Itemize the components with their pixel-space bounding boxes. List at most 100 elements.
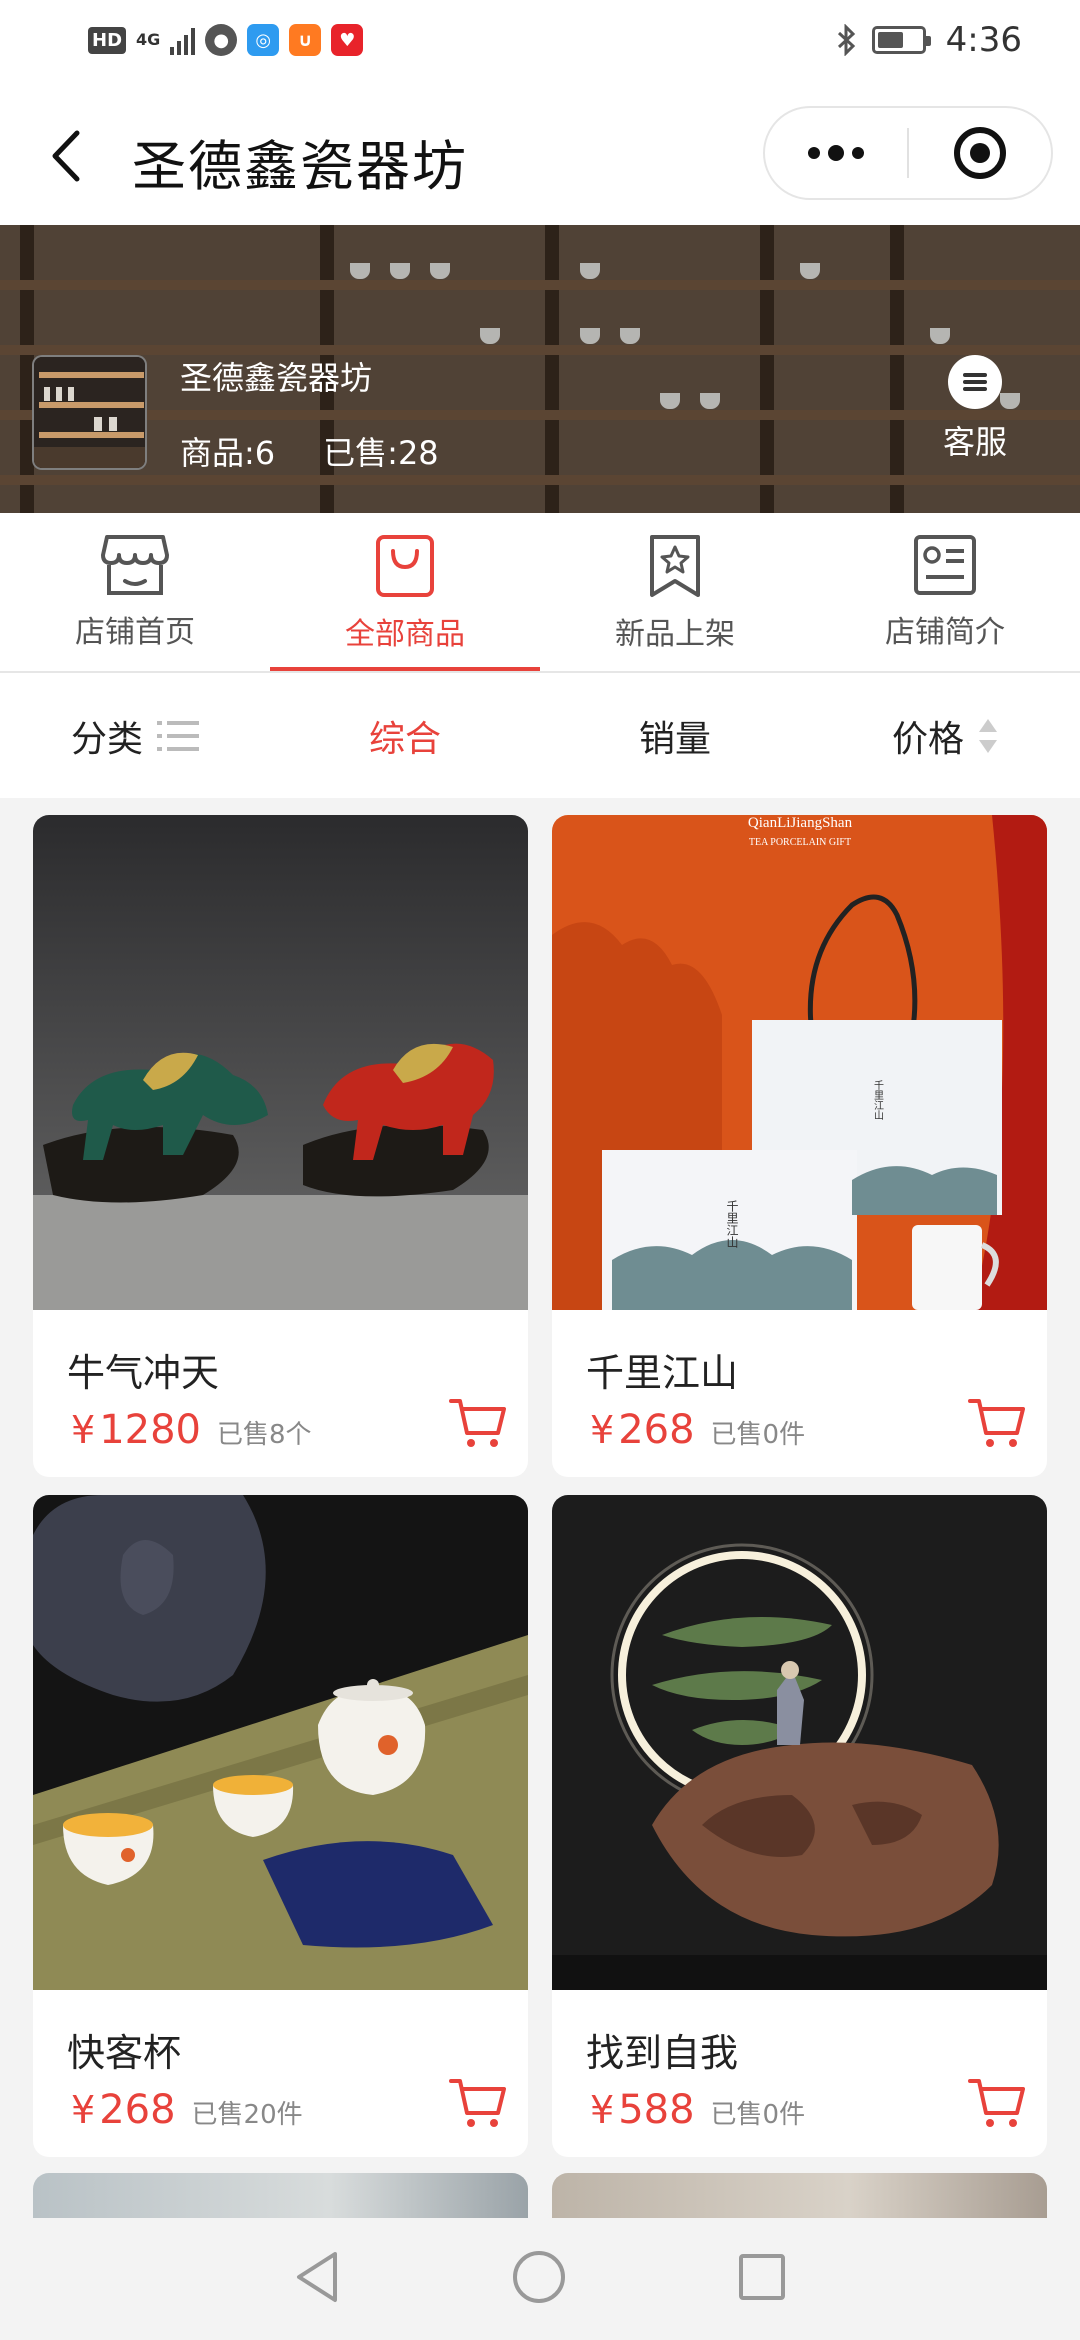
price-value: 268 (618, 1407, 695, 1453)
customer-service-button[interactable]: 客服 (940, 355, 1010, 463)
sort-sales-label: 销量 (638, 718, 711, 760)
product-price: ¥ 268 已售0件 (590, 1407, 805, 1453)
more-dots-icon (808, 145, 864, 161)
uc-browser-icon: ∪ (289, 24, 322, 56)
cart-icon (968, 2079, 1025, 2127)
currency-symbol: ¥ (590, 2088, 615, 2132)
sold-text: 已售0件 (710, 1420, 806, 1450)
bookmark-star-icon (650, 535, 700, 597)
status-left: HD 4G ● ◎ ∪ ♥ (88, 24, 364, 56)
shop-name: 圣德鑫瓷器坊 (180, 359, 373, 397)
brand-line-1: QianLiJiangShan (748, 815, 853, 831)
sort-sales[interactable]: 销量 (540, 710, 810, 762)
product-card[interactable]: 快客杯 ¥ 268 已售20件 (33, 1495, 528, 2157)
shop-stats: 商品:6 已售:28 (180, 428, 439, 474)
shop-logo (32, 355, 147, 470)
add-to-cart-button[interactable] (967, 1395, 1027, 1451)
product-price: ¥ 268 已售20件 (71, 2087, 303, 2133)
sold-text: 已售0件 (710, 2100, 806, 2130)
add-to-cart-button[interactable] (448, 2075, 508, 2131)
shopping-bag-icon (376, 535, 434, 597)
sort-price-label: 价格 (891, 718, 964, 760)
price-value: 1280 (99, 1407, 201, 1453)
sort-category[interactable]: 分类 (0, 710, 270, 762)
product-image (552, 1495, 1047, 1990)
qq-browser-icon: ◎ (247, 24, 280, 56)
sort-overall[interactable]: 综合 (270, 710, 540, 762)
currency-symbol: ¥ (590, 1408, 615, 1452)
shop-banner: 圣德鑫瓷器坊 商品:6 已售:28 客服 (0, 225, 1080, 513)
system-recents-button[interactable] (737, 2252, 787, 2306)
miniprogram-capsule (763, 106, 1053, 200)
price-value: 588 (618, 2087, 695, 2133)
tab-new-arrivals[interactable]: 新品上架 (540, 513, 810, 671)
tab-shop-home[interactable]: 店铺首页 (0, 513, 270, 671)
network-type: 4G (136, 30, 161, 49)
tab-label: 店铺简介 (885, 615, 1005, 650)
cart-icon (449, 1399, 506, 1447)
chevron-left-icon (52, 130, 80, 182)
sold-count: 已售:28 (323, 434, 439, 472)
chat-bubble-icon (948, 355, 1002, 409)
close-miniprogram-button[interactable] (909, 108, 1051, 198)
add-to-cart-button[interactable] (448, 1395, 508, 1451)
tab-label: 店铺首页 (75, 615, 195, 650)
product-count: 商品:6 (180, 434, 276, 472)
page-title: 圣德鑫瓷器坊 (132, 135, 468, 198)
list-icon (157, 720, 199, 751)
product-name: 牛气冲天 (67, 1351, 220, 1395)
shop-logo-image (34, 357, 145, 468)
box-text: 千里江山 (725, 1200, 739, 1248)
bull-statues-image (33, 815, 528, 1310)
cart-icon (968, 1399, 1025, 1447)
clock: 4:36 (945, 20, 1022, 60)
profile-card-icon (914, 535, 976, 595)
hd-indicator: HD (88, 26, 127, 54)
battery-icon (871, 26, 931, 54)
customer-service-label: 客服 (942, 423, 1007, 461)
product-price: ¥ 588 已售0件 (590, 2087, 805, 2133)
triangle-back-icon (297, 2252, 337, 2302)
box-text: 千里江山 (872, 1080, 884, 1120)
brand-line-2: TEA PORCELAIN GIFT (749, 837, 851, 848)
sort-overall-label: 综合 (368, 718, 441, 760)
sort-bar: 分类 综合 销量 价格 (0, 673, 1080, 798)
product-image (33, 1495, 528, 1990)
bluetooth-icon (837, 24, 855, 56)
sort-price[interactable]: 价格 (810, 710, 1080, 762)
price-value: 268 (99, 2087, 176, 2133)
bonsai-lamp-image (552, 1495, 1047, 1990)
tab-label: 新品上架 (615, 617, 735, 652)
product-image (33, 815, 528, 1310)
product-name: 找到自我 (586, 2031, 739, 2075)
product-card[interactable]: 牛气冲天 ¥ 1280 已售8个 (33, 815, 528, 1477)
banner-overlay (0, 225, 1080, 513)
product-price: ¥ 1280 已售8个 (71, 1407, 312, 1453)
sort-arrows-icon (979, 718, 997, 753)
heart-app-icon: ♥ (331, 24, 364, 56)
sold-text: 已售20件 (191, 2100, 303, 2130)
back-button[interactable] (40, 120, 92, 192)
sort-category-label: 分类 (70, 718, 143, 760)
tab-all-products[interactable]: 全部商品 (270, 513, 540, 671)
wechat-icon: ● (205, 24, 238, 56)
product-card[interactable]: QianLiJiangShan TEA PORCELAIN GIFT 千里江山 … (552, 815, 1047, 1477)
target-icon (953, 127, 1006, 179)
signal-icon (170, 25, 196, 55)
system-home-button[interactable] (511, 2249, 567, 2309)
tab-shop-intro[interactable]: 店铺简介 (810, 513, 1080, 671)
more-button[interactable] (765, 108, 907, 198)
system-back-button[interactable] (293, 2249, 341, 2309)
system-navigation-bar (0, 2218, 1080, 2340)
add-to-cart-button[interactable] (967, 2075, 1027, 2131)
product-name: 千里江山 (586, 1351, 739, 1395)
shop-tabs: 店铺首页 全部商品 新品上架 店铺简介 (0, 513, 1080, 673)
circle-home-icon (513, 2251, 565, 2303)
square-recents-icon (739, 2254, 785, 2300)
gift-set-image: QianLiJiangShan TEA PORCELAIN GIFT 千里江山 … (552, 815, 1047, 1310)
tab-label: 全部商品 (345, 617, 465, 652)
product-card[interactable]: 找到自我 ¥ 588 已售0件 (552, 1495, 1047, 2157)
product-image: QianLiJiangShan TEA PORCELAIN GIFT 千里江山 … (552, 815, 1047, 1310)
status-bar: HD 4G ● ◎ ∪ ♥ 4:36 (0, 0, 1080, 80)
travel-tea-set-image (33, 1495, 528, 1990)
